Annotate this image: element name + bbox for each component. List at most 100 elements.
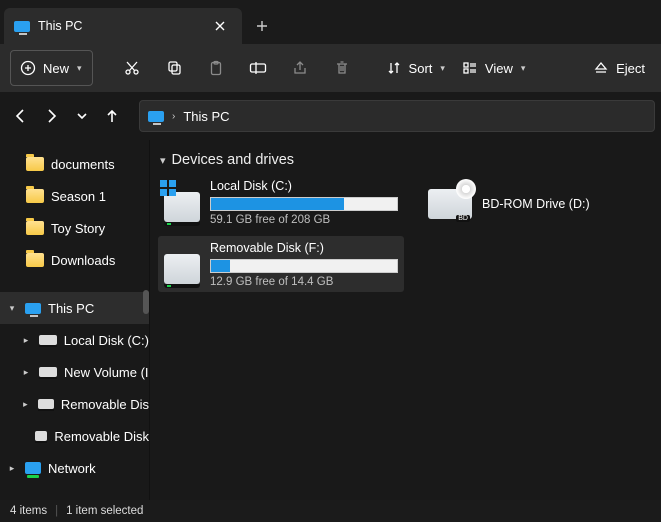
quickaccess-documents[interactable]: documents: [0, 148, 149, 180]
this-pc-icon: [25, 303, 41, 314]
rename-icon: [249, 59, 267, 77]
sidebar-scrollbar[interactable]: [143, 290, 149, 314]
sidebar-item-label: Season 1: [51, 189, 106, 204]
sidebar-item-label: documents: [51, 157, 115, 172]
sort-button[interactable]: Sort ▾: [379, 50, 451, 86]
eject-label: Eject: [616, 61, 645, 76]
tab-this-pc[interactable]: This PC: [4, 8, 242, 44]
sidebar-item-label: Removable Dis: [61, 397, 149, 412]
paste-icon: [207, 59, 225, 77]
folder-icon: [26, 253, 44, 267]
tree-network[interactable]: ▸ Network: [0, 452, 149, 484]
up-button[interactable]: [98, 102, 126, 130]
sidebar-item-label: Downloads: [51, 253, 115, 268]
sidebar-item-label: Network: [48, 461, 96, 476]
tree-this-pc[interactable]: ▾ This PC: [0, 292, 149, 324]
status-selected-count: 1 item selected: [66, 505, 143, 517]
chevron-right-icon: ›: [172, 111, 175, 122]
tree-removable-2[interactable]: ▸ Removable Disk: [0, 420, 149, 452]
sidebar-item-label: This PC: [48, 301, 94, 316]
copy-icon: [165, 59, 183, 77]
tab-strip: This PC: [0, 0, 661, 44]
network-icon: [25, 462, 41, 474]
quickaccess-toystory[interactable]: Toy Story: [0, 212, 149, 244]
drive-icon: [39, 335, 57, 345]
address-text: This PC: [183, 109, 229, 124]
recent-locations-button[interactable]: [68, 102, 96, 130]
command-bar: New ▾ Sort ▾: [0, 44, 661, 92]
sort-label: Sort: [409, 61, 433, 76]
tree-local-disk-c[interactable]: ▸ Local Disk (C:): [0, 324, 149, 356]
drive-bdrom-d[interactable]: BD BD-ROM Drive (D:): [422, 174, 622, 230]
folder-icon: [26, 221, 44, 235]
storage-bar: [210, 197, 398, 211]
drive-icon: [35, 431, 47, 441]
quickaccess-downloads[interactable]: Downloads: [0, 244, 149, 276]
drive-icon: [39, 367, 57, 377]
drive-icon: [164, 192, 200, 222]
drive-name: Removable Disk (F:): [210, 241, 398, 255]
navigation-pane[interactable]: documents Season 1 Toy Story Downloads ▾…: [0, 140, 149, 500]
bdrom-icon: BD: [428, 189, 472, 219]
view-icon: [461, 59, 479, 77]
tab-title: This PC: [38, 19, 82, 33]
this-pc-icon: [148, 111, 164, 122]
drive-removable-f[interactable]: Removable Disk (F:) 12.9 GB free of 14.4…: [158, 236, 404, 292]
tree-new-volume[interactable]: ▸ New Volume (I: [0, 356, 149, 388]
drive-freespace: 59.1 GB free of 208 GB: [210, 214, 398, 226]
folder-icon: [26, 189, 44, 203]
new-button[interactable]: New ▾: [10, 50, 93, 86]
back-button[interactable]: [7, 102, 35, 130]
chevron-right-icon[interactable]: ▸: [6, 463, 18, 474]
chevron-down-icon: ▾: [160, 154, 166, 167]
view-button[interactable]: View ▾: [455, 50, 531, 86]
delete-button[interactable]: [323, 50, 361, 86]
close-tab-icon[interactable]: [208, 14, 232, 38]
chevron-down-icon: ▾: [77, 63, 82, 74]
drive-icon: [164, 254, 200, 284]
trash-icon: [333, 59, 351, 77]
this-pc-icon: [14, 21, 30, 32]
folder-icon: [26, 157, 44, 171]
nav-row: › This PC: [0, 92, 661, 140]
drive-freespace: 12.9 GB free of 14.4 GB: [210, 276, 398, 288]
storage-bar: [210, 259, 398, 273]
eject-button[interactable]: Eject: [586, 50, 651, 86]
chevron-right-icon[interactable]: ▸: [20, 367, 32, 378]
new-tab-button[interactable]: [242, 8, 282, 44]
tree-removable-1[interactable]: ▸ Removable Dis: [0, 388, 149, 420]
chevron-right-icon[interactable]: ▸: [20, 335, 32, 346]
chevron-right-icon[interactable]: ▸: [20, 399, 31, 410]
copy-button[interactable]: [155, 50, 193, 86]
sidebar-item-label: Toy Story: [51, 221, 105, 236]
group-header-label: Devices and drives: [172, 152, 295, 168]
chevron-down-icon[interactable]: ▾: [6, 303, 18, 314]
content-pane[interactable]: ▾ Devices and drives Local Disk (C:) 59.…: [149, 140, 661, 500]
drive-icon: [38, 399, 54, 409]
status-item-count: 4 items: [10, 505, 47, 517]
drive-name: BD-ROM Drive (D:): [482, 197, 616, 211]
share-icon: [291, 59, 309, 77]
sort-icon: [385, 59, 403, 77]
chevron-down-icon: ▾: [440, 63, 445, 74]
separator: |: [55, 505, 58, 517]
drive-name: Local Disk (C:): [210, 179, 398, 193]
drive-local-disk-c[interactable]: Local Disk (C:) 59.1 GB free of 208 GB: [158, 174, 404, 230]
rename-button[interactable]: [239, 50, 277, 86]
quickaccess-season1[interactable]: Season 1: [0, 180, 149, 212]
status-bar: 4 items | 1 item selected: [0, 500, 661, 522]
paste-button[interactable]: [197, 50, 235, 86]
plus-circle-icon: [19, 59, 37, 77]
sidebar-item-label: New Volume (I: [64, 365, 149, 380]
share-button[interactable]: [281, 50, 319, 86]
address-bar[interactable]: › This PC: [139, 100, 655, 132]
forward-button[interactable]: [37, 102, 65, 130]
cut-icon: [123, 59, 141, 77]
new-label: New: [43, 61, 69, 76]
cut-button[interactable]: [113, 50, 151, 86]
sidebar-item-label: Removable Disk: [54, 429, 149, 444]
sidebar-item-label: Local Disk (C:): [64, 333, 149, 348]
chevron-down-icon: ▾: [521, 63, 526, 74]
group-devices-drives[interactable]: ▾ Devices and drives: [160, 152, 653, 168]
view-label: View: [485, 61, 513, 76]
